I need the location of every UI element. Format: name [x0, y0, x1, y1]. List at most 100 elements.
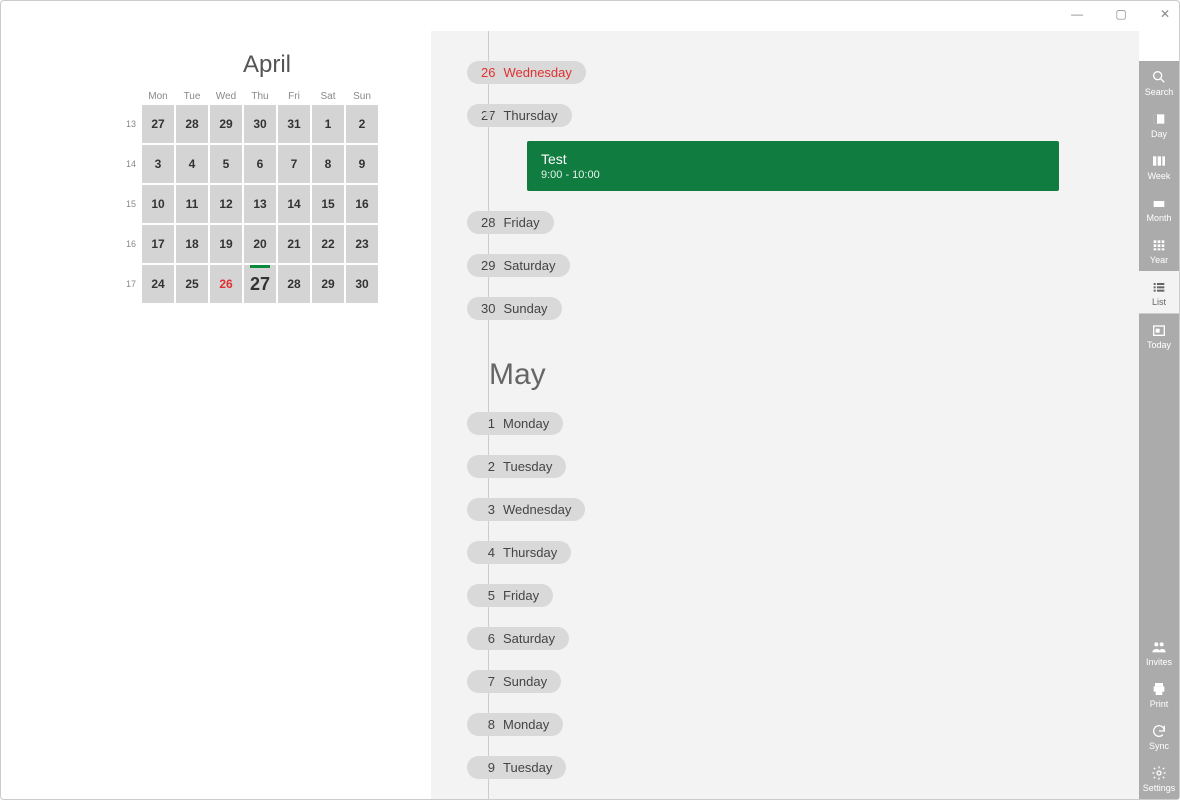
mini-day-cell[interactable]: 9: [345, 144, 379, 184]
window-minimize[interactable]: —: [1067, 7, 1087, 21]
mini-day-cell[interactable]: 5: [209, 144, 243, 184]
sidebar-week-label: Week: [1148, 171, 1171, 181]
week-number: 14: [121, 144, 141, 184]
agenda-day-pill[interactable]: 28Friday: [467, 211, 554, 234]
search-icon: [1151, 69, 1167, 85]
mini-dow: Sat: [311, 89, 345, 104]
agenda-day-pill[interactable]: 8Monday: [467, 713, 563, 736]
mini-day-cell[interactable]: 31: [277, 104, 311, 144]
sidebar-settings-label: Settings: [1143, 783, 1176, 793]
agenda-day-pill[interactable]: 7Sunday: [467, 670, 561, 693]
print-icon: [1151, 681, 1167, 697]
sidebar-search[interactable]: Search: [1139, 61, 1179, 103]
mini-day-cell[interactable]: 13: [243, 184, 277, 224]
sidebar-list-label: List: [1152, 297, 1166, 307]
agenda-day-pill[interactable]: 27Thursday: [467, 104, 572, 127]
mini-day-cell[interactable]: 3: [141, 144, 175, 184]
list-icon: [1151, 279, 1167, 295]
mini-day-cell[interactable]: 22: [311, 224, 345, 264]
sidebar-today[interactable]: Today: [1139, 314, 1179, 356]
sidebar-week[interactable]: Week: [1139, 145, 1179, 187]
mini-day-cell[interactable]: 25: [175, 264, 209, 304]
agenda-month-header: May: [489, 358, 1099, 392]
mini-day-cell[interactable]: 16: [345, 184, 379, 224]
event-card[interactable]: Test 9:00 - 10:00: [527, 141, 1059, 191]
mini-day-cell[interactable]: 15: [311, 184, 345, 224]
agenda-day-pill[interactable]: 1Monday: [467, 412, 563, 435]
mini-day-cell[interactable]: 27: [141, 104, 175, 144]
mini-dow: Fri: [277, 89, 311, 104]
mini-day-cell[interactable]: 27: [243, 264, 277, 304]
window-maximize[interactable]: ▢: [1111, 7, 1131, 21]
sidebar-search-label: Search: [1145, 87, 1174, 97]
window-titlebar: — ▢ ✕: [1, 1, 1179, 27]
mini-dow: Wed: [209, 89, 243, 104]
mini-day-cell[interactable]: 24: [141, 264, 175, 304]
invites-icon: [1151, 639, 1167, 655]
mini-day-cell[interactable]: 6: [243, 144, 277, 184]
agenda-day-pill[interactable]: 4Thursday: [467, 541, 571, 564]
month-icon: [1151, 195, 1167, 211]
week-number: 13: [121, 104, 141, 144]
window-close[interactable]: ✕: [1155, 7, 1175, 21]
sidebar-year[interactable]: Year: [1139, 229, 1179, 271]
sidebar-invites[interactable]: Invites: [1139, 631, 1179, 673]
agenda-day-pill[interactable]: 6Saturday: [467, 627, 569, 650]
event-dot: [485, 111, 492, 118]
sidebar-settings[interactable]: Settings: [1139, 757, 1179, 799]
mini-day-cell[interactable]: 29: [311, 264, 345, 304]
mini-dow: Thu: [243, 89, 277, 104]
mini-day-cell[interactable]: 30: [243, 104, 277, 144]
agenda-day-pill[interactable]: 26Wednesday: [467, 61, 586, 84]
mini-day-cell[interactable]: 26: [209, 264, 243, 304]
mini-day-cell[interactable]: 28: [277, 264, 311, 304]
agenda-day-pill[interactable]: 5Friday: [467, 584, 553, 607]
sidebar-month[interactable]: Month: [1139, 187, 1179, 229]
mini-day-cell[interactable]: 19: [209, 224, 243, 264]
event-time: 9:00 - 10:00: [541, 169, 1045, 181]
mini-day-cell[interactable]: 17: [141, 224, 175, 264]
year-icon: [1151, 237, 1167, 253]
sidebar-day-label: Day: [1151, 129, 1167, 139]
mini-day-cell[interactable]: 4: [175, 144, 209, 184]
week-number: 15: [121, 184, 141, 224]
mini-day-cell[interactable]: 29: [209, 104, 243, 144]
mini-day-cell[interactable]: 8: [311, 144, 345, 184]
mini-month-title: April: [141, 51, 393, 79]
mini-day-cell[interactable]: 20: [243, 224, 277, 264]
mini-day-cell[interactable]: 23: [345, 224, 379, 264]
sidebar-month-label: Month: [1146, 213, 1171, 223]
agenda-pane[interactable]: 26Wednesday 27Thursday Test 9:00 - 10:00 28F…: [431, 31, 1139, 799]
mini-day-cell[interactable]: 21: [277, 224, 311, 264]
sidebar-today-label: Today: [1147, 340, 1171, 350]
week-number: 17: [121, 264, 141, 304]
mini-dow: Sun: [345, 89, 379, 104]
sidebar-sync[interactable]: Sync: [1139, 715, 1179, 757]
mini-day-cell[interactable]: 30: [345, 264, 379, 304]
agenda-day-pill[interactable]: 9Tuesday: [467, 756, 566, 779]
agenda-day-pill[interactable]: 29Saturday: [467, 254, 570, 277]
mini-day-cell[interactable]: 1: [311, 104, 345, 144]
agenda-day-pill[interactable]: 3Wednesday: [467, 498, 585, 521]
sidebar-sync-label: Sync: [1149, 741, 1169, 751]
sidebar: Search Day Week Month Year List Today In…: [1139, 61, 1179, 799]
today-icon: [1151, 322, 1167, 338]
mini-day-cell[interactable]: 2: [345, 104, 379, 144]
sidebar-print[interactable]: Print: [1139, 673, 1179, 715]
mini-day-cell[interactable]: 18: [175, 224, 209, 264]
mini-day-cell[interactable]: 28: [175, 104, 209, 144]
sidebar-day[interactable]: Day: [1139, 103, 1179, 145]
mini-day-cell[interactable]: 7: [277, 144, 311, 184]
agenda-day-pill[interactable]: 2Tuesday: [467, 455, 566, 478]
agenda-day-pill[interactable]: 30Sunday: [467, 297, 562, 320]
event-title: Test: [541, 151, 1045, 167]
week-number: 16: [121, 224, 141, 264]
sidebar-print-label: Print: [1150, 699, 1169, 709]
mini-day-cell[interactable]: 14: [277, 184, 311, 224]
mini-day-cell[interactable]: 11: [175, 184, 209, 224]
settings-icon: [1151, 765, 1167, 781]
sidebar-list[interactable]: List: [1139, 271, 1179, 313]
day-icon: [1151, 111, 1167, 127]
mini-day-cell[interactable]: 12: [209, 184, 243, 224]
mini-day-cell[interactable]: 10: [141, 184, 175, 224]
